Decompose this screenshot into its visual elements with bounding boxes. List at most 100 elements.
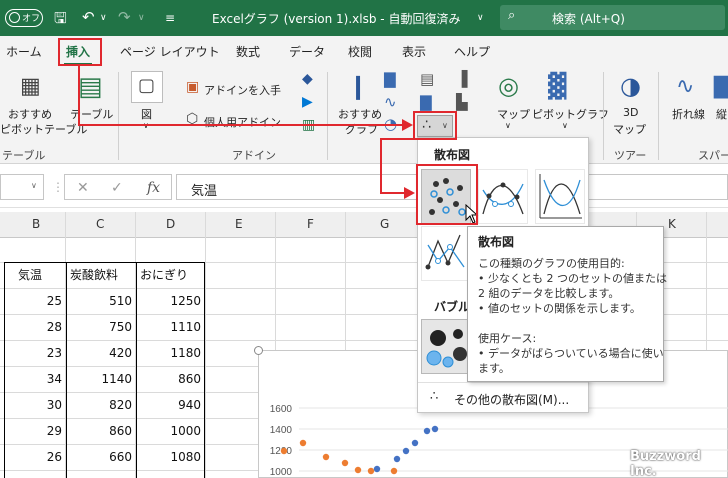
undo-dropdown-icon[interactable]: ∨ [100,13,107,23]
customize-qat-icon[interactable]: ≡ [165,11,175,25]
search-box[interactable]: ⌕ 検索 (Alt+Q) [500,5,725,30]
more-scatter-charts-link[interactable]: その他の散布図(M)... [454,391,569,408]
sparkline-column-label[interactable]: 縦 [716,106,727,122]
hierarchy-chart-icon[interactable]: ▤ [420,72,434,87]
table-cell[interactable]: 860 [136,366,205,392]
table-header-onigiri[interactable]: おにぎり [140,262,188,288]
tab-data[interactable]: データ [289,43,325,60]
y-tick-label: 1000 [270,467,293,478]
sparkline-column-icon[interactable]: ▇ [714,76,728,98]
scatter-straight-lines-markers-option[interactable] [421,226,471,281]
scatter-smooth-lines-option[interactable] [535,169,585,224]
table-cell[interactable]: 860 [66,418,136,444]
table-cell[interactable]: 1180 [136,340,205,366]
tab-page-layout[interactable]: ページ レイアウト [120,43,220,60]
table-cell[interactable]: 510 [66,288,136,314]
tab-home[interactable]: ホーム [6,43,42,60]
table-cell[interactable]: 790 [136,470,205,478]
table-cell[interactable]: 1380 [66,470,136,478]
3d-map-icon[interactable]: ◑ [620,74,641,98]
pivot-chart-icon[interactable]: ▓ [548,74,566,98]
column-header-c[interactable]: C [96,217,104,231]
maps-dropdown-icon[interactable]: ∨ [505,121,511,130]
waterfall-chart-icon[interactable]: ▐ [456,72,468,87]
column-header-e[interactable]: E [235,217,243,231]
sparkline-line-label[interactable]: 折れ線 [672,106,705,122]
3d-map-label-1[interactable]: 3D [623,106,638,119]
table-cell[interactable]: 820 [66,392,136,418]
bing-icon[interactable]: ▶ [302,95,313,109]
save-icon[interactable]: 🖫 [54,8,67,33]
table-cell[interactable]: 420 [66,340,136,366]
maps-icon[interactable]: ◎ [498,74,519,98]
title-dropdown-icon[interactable]: ∨ [477,13,484,23]
combo-chart-icon[interactable]: ▙ [456,95,468,110]
store-icon[interactable]: ▣ [186,80,199,94]
table-cell[interactable]: 1110 [136,314,205,340]
tab-insert[interactable]: 挿入 [66,43,90,60]
sparkline-line-icon[interactable]: ∿ [676,76,694,98]
maps-label[interactable]: マップ [497,106,530,122]
tab-view[interactable]: 表示 [402,43,426,60]
table-cell[interactable]: 26 [6,444,66,470]
table-cell[interactable]: 30 [6,392,66,418]
recommended-pivot-label-1[interactable]: おすすめ [8,106,52,122]
cancel-icon[interactable]: ✕ [77,180,89,196]
statistic-chart-icon[interactable]: ▇ [420,95,432,110]
table-header-soda[interactable]: 炭酸飲料 [70,262,118,288]
insert-function-icon[interactable]: fx [147,180,160,196]
3d-map-label-2[interactable]: マップ [613,121,646,137]
recommended-pivot-icon[interactable]: ▦ [20,76,41,98]
recommended-pivot-label-2[interactable]: ピボットテーブル [0,121,87,137]
scatter-smooth-thumb-icon [482,182,524,215]
table-header-temp[interactable]: 気温 [18,262,42,288]
redo-dropdown-icon[interactable]: ∨ [138,13,145,23]
scatter-chart-button[interactable]: ∴ ∨ [417,115,453,137]
bubble-chart-option[interactable] [421,319,471,374]
table-cell[interactable]: 1140 [66,366,136,392]
tab-review[interactable]: 校閲 [348,43,372,60]
enter-icon[interactable]: ✓ [111,180,123,196]
table-cell[interactable]: 1250 [136,288,205,314]
name-box-dropdown-icon[interactable]: ∨ [31,181,37,190]
get-addins-label[interactable]: アドインを入手 [204,82,281,98]
column-header-k[interactable]: K [668,217,676,231]
table-cell[interactable]: 25 [6,288,66,314]
column-header-d[interactable]: D [166,217,175,231]
redo-icon[interactable]: ↷ [118,8,131,26]
recommended-chart-icon[interactable]: ❙︎ [348,74,368,98]
tab-help[interactable]: ヘルプ [454,43,490,60]
illustration-label[interactable]: 図 [141,106,152,122]
table-cell[interactable]: 660 [66,444,136,470]
tab-formulas[interactable]: 数式 [236,43,260,60]
table-cell[interactable]: 750 [66,314,136,340]
undo-icon[interactable]: ↶ [82,8,95,26]
column-chart-icon[interactable]: ▇ [384,72,396,87]
personal-addins-label[interactable]: 個人用アドイン [204,114,281,130]
chart-resize-handle[interactable] [254,346,263,355]
table-cell[interactable]: 1080 [136,444,205,470]
scatter-markers-only-option[interactable] [421,169,471,224]
column-header-g[interactable]: G [380,217,389,231]
autosave-toggle[interactable]: オフ [5,9,43,27]
pivot-chart-dropdown-icon[interactable]: ∨ [562,121,568,130]
table-icon[interactable]: ▤ [78,74,103,100]
pivot-chart-label[interactable]: ピボットグラフ [532,106,609,122]
table-cell[interactable]: 28 [6,314,66,340]
name-box[interactable]: ∨ [0,174,44,200]
table-cell[interactable]: 940 [136,392,205,418]
line-chart-icon[interactable]: ∿ [384,95,397,110]
tooltip-line: • 値のセットの関係を示します。 [478,302,641,315]
scatter-smooth-lines-markers-option[interactable] [478,169,528,224]
table-cell[interactable]: 29 [6,418,66,444]
table-cell[interactable]: 1000 [136,418,205,444]
column-header-f[interactable]: F [307,217,314,231]
recommended-chart-label-1[interactable]: おすすめ [338,106,382,122]
table-cell[interactable]: 37 [6,470,66,478]
column-header-b[interactable]: B [32,217,40,231]
visio-icon[interactable]: ◆ [302,72,313,86]
table-cell[interactable]: 23 [6,340,66,366]
table-cell[interactable]: 34 [6,366,66,392]
illustration-button[interactable]: ▢ [131,71,163,103]
table-button-label[interactable]: テーブル [70,106,113,122]
